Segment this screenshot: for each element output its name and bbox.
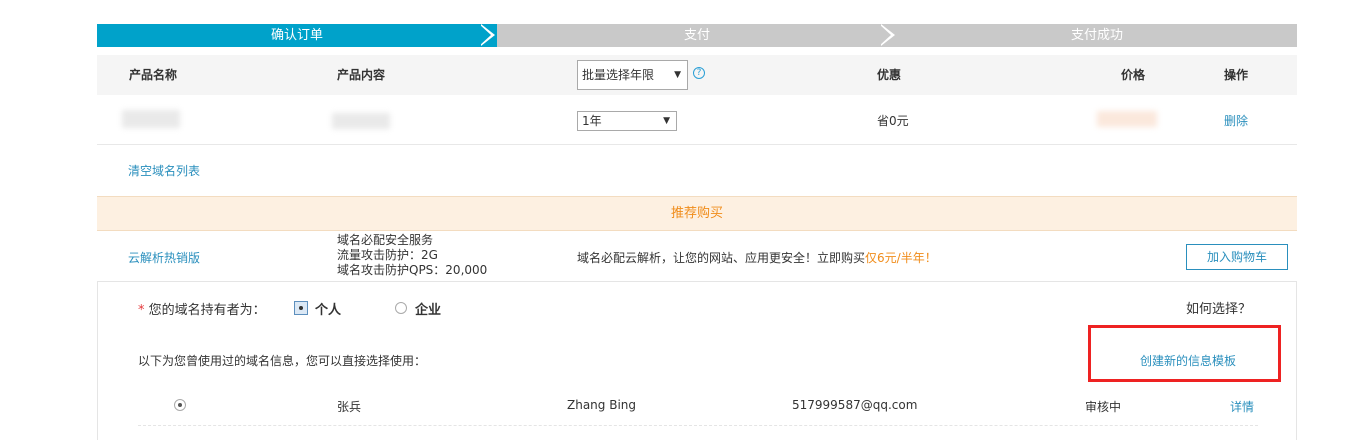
contact-radio[interactable] bbox=[174, 399, 186, 411]
annotation-highlight-box bbox=[1088, 325, 1281, 382]
recommend-price-highlight: 仅6元/半年！ bbox=[865, 251, 937, 265]
contact-detail-link[interactable]: 详情 bbox=[1230, 398, 1254, 415]
option-enterprise-label[interactable]: 企业 bbox=[415, 299, 441, 318]
how-to-choose-link[interactable]: 如何选择？ bbox=[1186, 298, 1251, 317]
clear-domain-list-link[interactable]: 清空域名列表 bbox=[128, 162, 200, 179]
discount-value: 省0元 bbox=[877, 114, 909, 128]
recommend-row: 云解析热销版 域名必配安全服务 流量攻击防护：2G 域名攻击防护QPS：20,0… bbox=[97, 232, 1297, 282]
table-row: 1年 ▼ 省0元 删除 bbox=[97, 95, 1297, 145]
feature-item: 域名必配安全服务 bbox=[337, 233, 434, 247]
recommend-description: 域名必配云解析，让您的网站、应用更安全！立即购买仅6元/半年！ bbox=[577, 249, 937, 266]
table-header: 产品名称 产品内容 批量选择年限 ▼ ? 优惠 价格 操作 bbox=[97, 55, 1297, 95]
blurred-product-name bbox=[122, 110, 180, 128]
holder-label-text: 您的域名持有者为： bbox=[148, 303, 266, 318]
chevron-down-icon: ▼ bbox=[663, 116, 670, 126]
add-to-cart-button[interactable]: 加入购物车 bbox=[1186, 244, 1288, 270]
recommend-product-name[interactable]: 云解析热销版 bbox=[128, 249, 200, 266]
option-personal-label[interactable]: 个人 bbox=[315, 299, 341, 318]
batch-period-select[interactable]: 批量选择年限 ▼ bbox=[577, 60, 688, 90]
required-mark: * bbox=[138, 303, 145, 318]
step-divider-icon bbox=[479, 24, 491, 46]
recommend-description-text: 域名必配云解析，让您的网站、应用更安全！立即购买 bbox=[577, 251, 866, 265]
recommend-header: 推荐购买 bbox=[97, 196, 1297, 231]
header-product-content: 产品内容 bbox=[337, 68, 386, 82]
header-price: 价格 bbox=[1121, 68, 1146, 82]
chevron-down-icon: ▼ bbox=[674, 70, 681, 80]
clear-list-row: 清空域名列表 bbox=[97, 146, 1297, 196]
radio-enterprise[interactable] bbox=[395, 302, 407, 314]
contact-status: 审核中 bbox=[1085, 400, 1122, 414]
holder-label: * 您的域名持有者为： bbox=[138, 299, 266, 318]
help-icon[interactable]: ? bbox=[693, 67, 705, 79]
row-divider bbox=[138, 425, 1258, 426]
header-discount: 优惠 bbox=[877, 68, 902, 82]
contact-email: 517999587@qq.com bbox=[792, 398, 918, 412]
blurred-price bbox=[1097, 111, 1157, 127]
period-select[interactable]: 1年 ▼ bbox=[577, 111, 677, 131]
step-pay: 支付 bbox=[497, 24, 897, 47]
header-action: 操作 bbox=[1224, 68, 1249, 82]
step-confirm-order: 确认订单 bbox=[97, 24, 497, 47]
progress-steps: 确认订单 支付 支付成功 bbox=[97, 24, 1297, 47]
contact-name-en: Zhang Bing bbox=[567, 398, 637, 412]
feature-item: 流量攻击防护：2G bbox=[337, 248, 438, 262]
delete-link[interactable]: 删除 bbox=[1224, 112, 1248, 129]
template-note: 以下为您曾使用过的域名信息，您可以直接选择使用： bbox=[138, 354, 427, 368]
batch-period-select-value: 批量选择年限 bbox=[582, 68, 655, 82]
recommend-features: 域名必配安全服务 流量攻击防护：2G 域名攻击防护QPS：20,000 bbox=[337, 233, 487, 278]
step-pay-success: 支付成功 bbox=[897, 24, 1297, 47]
header-product-name: 产品名称 bbox=[129, 68, 178, 82]
step-divider-icon bbox=[879, 24, 891, 46]
radio-personal[interactable] bbox=[294, 301, 308, 315]
feature-item: 域名攻击防护QPS：20,000 bbox=[337, 263, 488, 277]
contact-name-cn: 张兵 bbox=[337, 400, 362, 414]
period-select-value: 1年 bbox=[582, 114, 602, 128]
blurred-product-content bbox=[332, 113, 390, 129]
